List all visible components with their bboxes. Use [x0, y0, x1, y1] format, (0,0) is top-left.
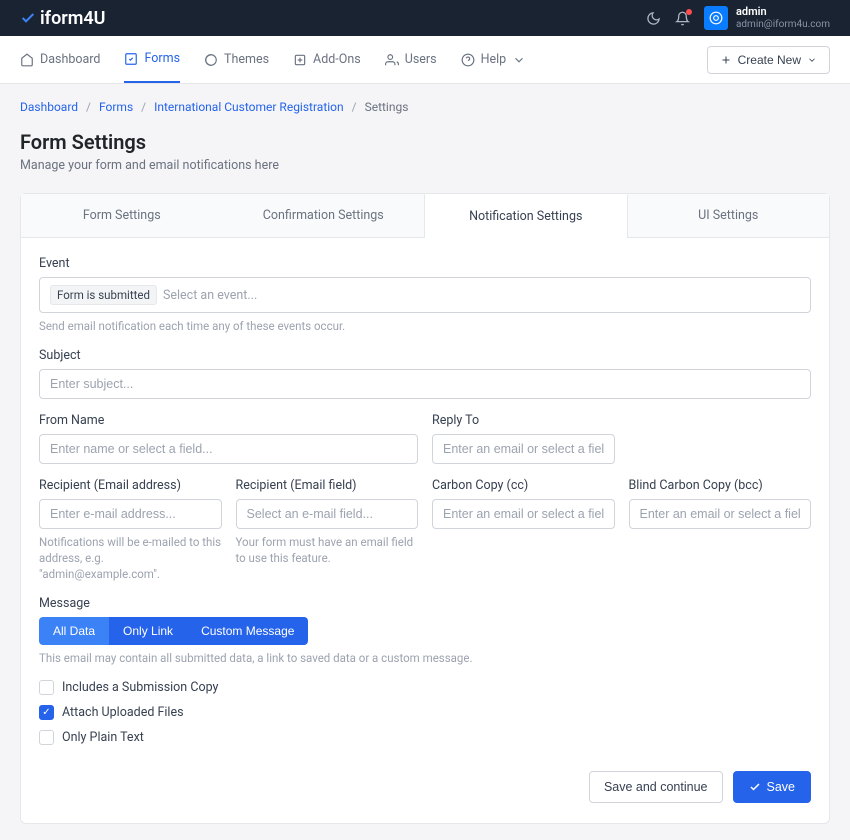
- topbar-right: admin admin@iform4u.com: [646, 6, 830, 30]
- save-button[interactable]: Save: [733, 771, 812, 803]
- navbar: Dashboard Forms Themes Add-Ons Users Hel…: [0, 36, 850, 84]
- check-submission-copy[interactable]: [39, 680, 54, 695]
- nav-help[interactable]: Help: [461, 36, 527, 83]
- recipient-email-label: Recipient (Email address): [39, 478, 222, 493]
- chevron-down-icon: [512, 53, 526, 67]
- message-only-link[interactable]: Only Link: [109, 617, 187, 645]
- logo[interactable]: iform4U: [20, 8, 105, 29]
- breadcrumb-forms[interactable]: Forms: [99, 100, 133, 114]
- cc-label: Carbon Copy (cc): [432, 478, 615, 493]
- check-submission-copy-row: Includes a Submission Copy: [39, 680, 811, 695]
- message-custom[interactable]: Custom Message: [187, 617, 308, 645]
- form-footer: Save and continue Save: [39, 771, 811, 803]
- check-submission-copy-label: Includes a Submission Copy: [62, 680, 218, 695]
- event-helper: Send email notification each time any of…: [39, 318, 811, 334]
- check-plain-text[interactable]: [39, 730, 54, 745]
- event-label: Event: [39, 256, 811, 271]
- tab-form-settings[interactable]: Form Settings: [21, 194, 223, 237]
- tab-confirmation[interactable]: Confirmation Settings: [223, 194, 425, 237]
- event-input[interactable]: Form is submitted Select an event...: [39, 277, 811, 313]
- message-all-data[interactable]: All Data: [39, 617, 109, 645]
- chevron-down-icon: [807, 55, 817, 65]
- nav-addons[interactable]: Add-Ons: [293, 36, 361, 83]
- page-subtitle: Manage your form and email notifications…: [20, 158, 830, 173]
- notification-dot: [686, 9, 692, 15]
- check-plain-text-label: Only Plain Text: [62, 730, 144, 745]
- nav-dashboard[interactable]: Dashboard: [20, 36, 100, 83]
- nav-users[interactable]: Users: [385, 36, 437, 83]
- recipient-field-label: Recipient (Email field): [236, 478, 419, 493]
- user-name: admin: [736, 6, 830, 18]
- reply-to-label: Reply To: [432, 413, 615, 428]
- event-tag[interactable]: Form is submitted: [50, 285, 157, 305]
- cc-input[interactable]: [432, 499, 615, 529]
- bcc-input[interactable]: [629, 499, 812, 529]
- event-placeholder: Select an event...: [163, 288, 257, 303]
- page-title: Form Settings: [20, 130, 830, 154]
- message-helper: This email may contain all submitted dat…: [39, 650, 811, 666]
- topbar: iform4U admin admin@iform4u.com: [0, 0, 850, 36]
- check-attach-files-row: Attach Uploaded Files: [39, 705, 811, 720]
- recipient-field-input[interactable]: [236, 499, 419, 529]
- breadcrumb-current: Settings: [365, 100, 409, 114]
- brand-text: iform4U: [40, 8, 105, 29]
- check-plain-text-row: Only Plain Text: [39, 730, 811, 745]
- create-new-button[interactable]: Create New: [707, 46, 830, 74]
- plus-icon: [720, 54, 732, 66]
- recipient-email-helper: Notifications will be e-mailed to this a…: [39, 534, 222, 582]
- check-attach-files-label: Attach Uploaded Files: [62, 705, 184, 720]
- from-name-input[interactable]: [39, 434, 418, 464]
- recipient-email-input[interactable]: [39, 499, 222, 529]
- nav-themes[interactable]: Themes: [204, 36, 269, 83]
- message-toggle: All Data Only Link Custom Message: [39, 617, 811, 645]
- bell-icon[interactable]: [675, 11, 690, 26]
- check-attach-files[interactable]: [39, 705, 54, 720]
- breadcrumb-dashboard[interactable]: Dashboard: [20, 100, 78, 114]
- nav-forms[interactable]: Forms: [124, 36, 180, 83]
- user-email: admin@iform4u.com: [736, 19, 830, 30]
- from-name-label: From Name: [39, 413, 418, 428]
- reply-to-input[interactable]: [432, 434, 615, 464]
- subject-input[interactable]: [39, 369, 811, 399]
- avatar: [704, 6, 728, 30]
- breadcrumb: Dashboard/ Forms/ International Customer…: [20, 100, 830, 114]
- tabs: Form Settings Confirmation Settings Noti…: [21, 194, 829, 238]
- bcc-label: Blind Carbon Copy (bcc): [629, 478, 812, 493]
- recipient-field-helper: Your form must have an email field to us…: [236, 534, 419, 566]
- save-continue-button[interactable]: Save and continue: [589, 771, 723, 803]
- tab-ui[interactable]: UI Settings: [628, 194, 830, 237]
- moon-icon[interactable]: [646, 11, 661, 26]
- user-menu[interactable]: admin admin@iform4u.com: [704, 6, 830, 30]
- check-icon: [749, 781, 761, 793]
- tab-notification[interactable]: Notification Settings: [424, 194, 628, 238]
- message-label: Message: [39, 596, 811, 611]
- breadcrumb-form-name[interactable]: International Customer Registration: [154, 100, 344, 114]
- settings-card: Form Settings Confirmation Settings Noti…: [20, 193, 830, 824]
- subject-label: Subject: [39, 348, 811, 363]
